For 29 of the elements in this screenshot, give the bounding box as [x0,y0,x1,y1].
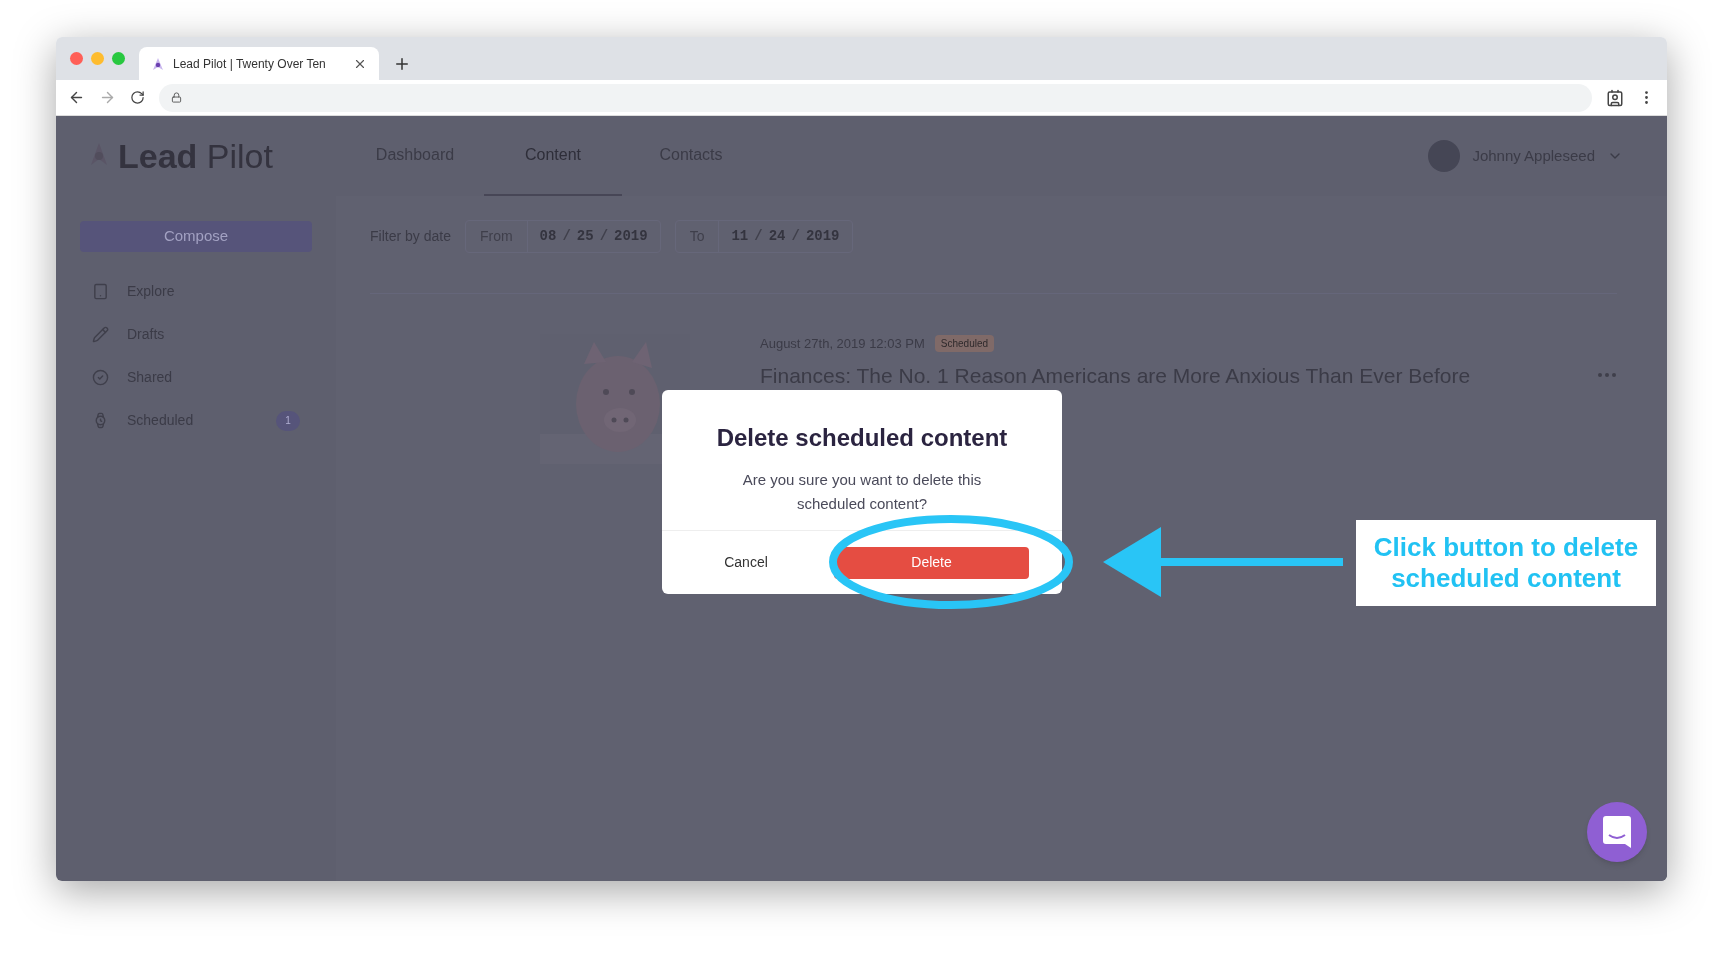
minimize-window-icon[interactable] [91,52,104,65]
sidebar-icon [92,283,109,300]
date-part: / [791,227,800,246]
maximize-window-icon[interactable] [112,52,125,65]
lock-icon [171,92,182,103]
reload-icon[interactable] [130,90,145,105]
browser-tab[interactable]: Lead Pilot | Twenty Over Ten [139,47,379,80]
dialog-message: Are you sure you want to delete this scheduled content? [741,470,983,514]
sidebar-icon [92,326,109,343]
sidebar-icon [92,369,109,386]
forward-icon[interactable] [99,89,116,106]
date-part: / [599,227,609,246]
avatar[interactable] [1428,140,1461,172]
date-part: / [562,227,571,246]
callout-label: Click button to delete scheduled content [1356,520,1656,606]
rocket-icon [151,56,165,71]
delete-button[interactable]: Delete [834,546,1029,579]
date-part: / [754,227,763,246]
chat-icon [1603,816,1631,848]
compose-button[interactable]: Compose [80,221,312,252]
cancel-button[interactable]: Cancel [676,546,816,579]
tab-title: Lead Pilot | Twenty Over Ten [173,55,327,73]
status-badge: Scheduled [934,335,995,353]
back-icon[interactable] [68,89,85,106]
close-window-icon[interactable] [70,52,83,65]
dialog-title: Delete scheduled content [716,423,1008,453]
more-options-icon[interactable] [1597,372,1617,379]
count-badge: 1 [276,410,300,431]
profile-icon[interactable] [1606,88,1624,107]
